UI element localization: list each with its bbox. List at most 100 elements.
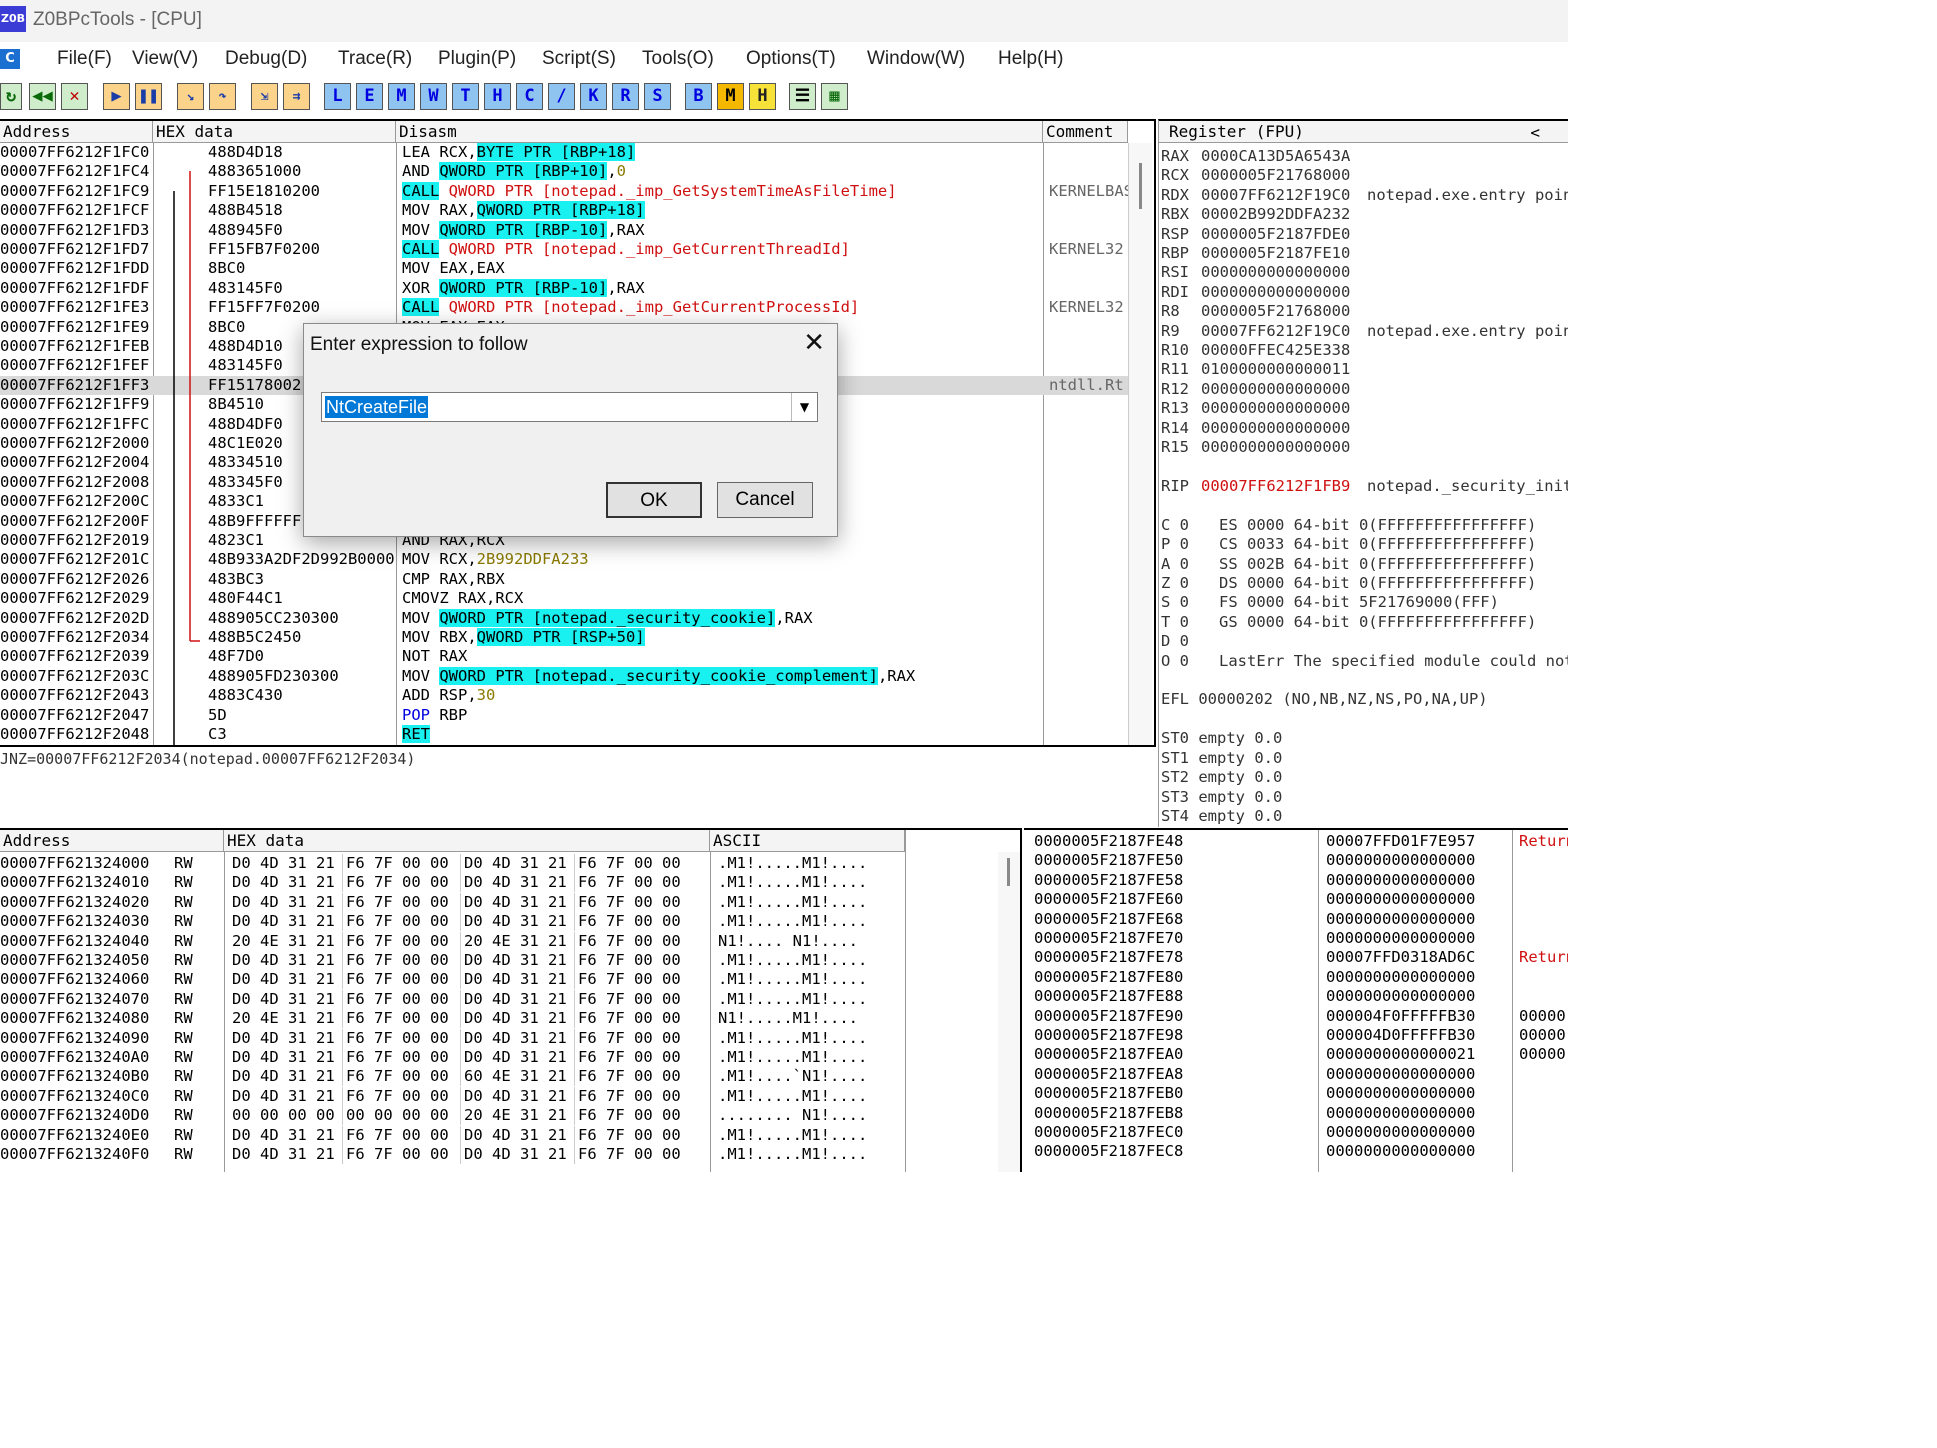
register-row[interactable]: RSP 0000005F2187FDE0 [1161, 225, 1568, 244]
dump-header-ascii[interactable]: ASCII [710, 830, 905, 852]
call-stack-window-button[interactable]: K [580, 83, 607, 110]
dump-row[interactable]: 00007FF621324090 RW D0 4D 31 21 F6 7F 00 00… [0, 1029, 998, 1048]
dump-row[interactable]: 00007FF6213240C0 RW D0 4D 31 21 F6 7F 00 00… [0, 1087, 998, 1106]
expression-input[interactable]: NtCreateFile [325, 396, 429, 418]
pause-icon[interactable]: ❚❚ [135, 83, 162, 110]
disasm-header-hex[interactable]: HEX data [153, 121, 396, 143]
dump-header-hex[interactable]: HEX data [224, 830, 710, 852]
dump-row[interactable]: 00007FF621324070 RW D0 4D 31 21 F6 7F 00 00… [0, 990, 998, 1009]
register-row[interactable]: RCX 0000005F21768000 [1161, 166, 1568, 185]
stack-row[interactable]: 0000005F2187FE80 0000000000000000 [1024, 968, 1568, 987]
trace-over-icon[interactable]: ⇉ [283, 83, 310, 110]
stack-row[interactable]: 0000005F2187FE58 0000000000000000 [1024, 871, 1568, 890]
dump-header-address[interactable]: Address [0, 830, 224, 852]
rewind-icon[interactable]: ◀◀ [29, 83, 56, 110]
flag-row[interactable]: D 0 [1161, 632, 1568, 651]
open-icon[interactable]: ↻ [0, 83, 22, 110]
dump-scrollbar[interactable] [998, 852, 1020, 1172]
dump-row[interactable]: 00007FF621324010 RW D0 4D 31 21 F6 7F 00 00… [0, 873, 998, 892]
chevron-down-icon[interactable]: ▼ [791, 393, 817, 421]
stack-row[interactable]: 0000005F2187FE68 0000000000000000 [1024, 910, 1568, 929]
register-row[interactable]: RDI 0000000000000000 [1161, 283, 1568, 302]
stack-row[interactable]: 0000005F2187FE88 0000000000000000 [1024, 987, 1568, 1006]
register-row[interactable]: R15 0000000000000000 [1161, 438, 1568, 457]
register-row[interactable]: R10 00000FFEC425E338 [1161, 341, 1568, 360]
flag-row[interactable]: A 0 SS 002B 64-bit 0(FFFFFFFFFFFFFFFF) [1161, 555, 1568, 574]
stack-row[interactable]: 0000005F2187FE50 0000000000000000 [1024, 851, 1568, 870]
close-process-icon[interactable]: ✕ [61, 83, 88, 110]
register-row[interactable]: R11 0100000000000011 [1161, 360, 1568, 379]
register-row[interactable]: RAX 0000CA13D5A6543A [1161, 147, 1568, 166]
flag-row[interactable]: P 0 CS 0033 64-bit 0(FFFFFFFFFFFFFFFF) [1161, 535, 1568, 554]
flag-row[interactable]: S 0 FS 0000 64-bit 5F21769000(FFF) [1161, 593, 1568, 612]
source-window-button[interactable]: S [644, 83, 671, 110]
cpu-window-icon[interactable]: C [0, 49, 20, 69]
fpu-row[interactable]: ST4 empty 0.0 [1161, 807, 1568, 826]
dump-row[interactable]: 00007FF621324050 RW D0 4D 31 21 F6 7F 00 00… [0, 951, 998, 970]
breakpoints-window-button[interactable]: B [685, 83, 712, 110]
menu-tools[interactable]: Tools(O) [642, 48, 714, 70]
grid-icon[interactable]: ▦ [821, 83, 848, 110]
dump-row[interactable]: 00007FF621324030 RW D0 4D 31 21 F6 7F 00 00… [0, 912, 998, 931]
dump-scroll-thumb[interactable] [1007, 858, 1010, 886]
menu-plugin[interactable]: Plugin(P) [438, 48, 516, 70]
memory-window-button[interactable]: M [388, 83, 415, 110]
stack-row[interactable]: 0000005F2187FE60 0000000000000000 [1024, 890, 1568, 909]
windows-window-button[interactable]: W [420, 83, 447, 110]
registers-collapse-button[interactable]: < [1530, 123, 1540, 142]
register-row-rip[interactable]: RIP 00007FF6212F1FB9 notepad._security_ini… [1161, 477, 1568, 496]
dump-row[interactable]: 00007FF6213240E0 RW D0 4D 31 21 F6 7F 00 00… [0, 1126, 998, 1145]
stack-row[interactable]: 0000005F2187FE78 00007FFD0318AD6C Return [1024, 948, 1568, 967]
menu-help[interactable]: Help(H) [998, 48, 1063, 70]
fpu-row[interactable]: ST0 empty 0.0 [1161, 729, 1568, 748]
patches-window-button[interactable]: / [548, 83, 575, 110]
flag-row[interactable]: Z 0 DS 0000 64-bit 0(FFFFFFFFFFFFFFFF) [1161, 574, 1568, 593]
memory-bp-window-button[interactable]: M [717, 83, 744, 110]
disasm-header-disasm[interactable]: Disasm [396, 121, 1043, 143]
menu-file[interactable]: File(F) [57, 48, 112, 70]
modules-window-button[interactable]: E [356, 83, 383, 110]
close-icon[interactable]: ✕ [803, 328, 825, 358]
register-row[interactable]: R14 0000000000000000 [1161, 419, 1568, 438]
register-row[interactable]: R13 0000000000000000 [1161, 399, 1568, 418]
stack-row[interactable]: 0000005F2187FE90 000004F0FFFFFB30 00000 [1024, 1007, 1568, 1026]
stack-row[interactable]: 0000005F2187FE48 00007FFD01F7E957 Return [1024, 832, 1568, 851]
ok-button[interactable]: OK [606, 482, 702, 518]
dump-row[interactable]: 00007FF6213240D0 RW 00 00 00 00 00 00 00 00… [0, 1106, 998, 1125]
disasm-header-address[interactable]: Address [0, 121, 153, 143]
menu-view[interactable]: View(V) [132, 48, 198, 70]
log-window-button[interactable]: L [324, 83, 351, 110]
fpu-row[interactable]: ST3 empty 0.0 [1161, 788, 1568, 807]
dump-row[interactable]: 00007FF6213240B0 RW D0 4D 31 21 F6 7F 00 00… [0, 1067, 998, 1086]
fpu-row[interactable]: ST1 empty 0.0 [1161, 749, 1568, 768]
hardware-bp-window-button[interactable]: H [749, 83, 776, 110]
register-row[interactable]: R12 0000000000000000 [1161, 380, 1568, 399]
dump-row[interactable]: 00007FF621324040 RW 20 4E 31 21 F6 7F 00 00… [0, 932, 998, 951]
flag-row[interactable]: T 0 GS 0000 64-bit 0(FFFFFFFFFFFFFFFF) [1161, 613, 1568, 632]
disasm-scrollbar[interactable] [1128, 143, 1152, 745]
fpu-row[interactable]: ST2 empty 0.0 [1161, 768, 1568, 787]
list-icon[interactable]: ☰ [789, 83, 816, 110]
disasm-header-comment[interactable]: Comment [1043, 121, 1128, 143]
stack-row[interactable]: 0000005F2187FEA0 0000000000000021 00000 [1024, 1045, 1568, 1064]
stack-row[interactable]: 0000005F2187FE98 000004D0FFFFFB30 00000 [1024, 1026, 1568, 1045]
register-row[interactable]: R9 00007FF6212F19C0 notepad.exe.entry poin… [1161, 322, 1568, 341]
register-row[interactable]: R8 0000005F21768000 [1161, 302, 1568, 321]
menu-options[interactable]: Options(T) [746, 48, 836, 70]
expression-combobox[interactable]: NtCreateFile ▼ [321, 392, 818, 422]
run-icon[interactable]: ▶ [103, 83, 130, 110]
register-row[interactable]: RDX 00007FF6212F19C0 notepad.exe.entry poi… [1161, 186, 1568, 205]
threads-window-button[interactable]: T [452, 83, 479, 110]
dump-row[interactable]: 00007FF6213240F0 RW D0 4D 31 21 F6 7F 00 00… [0, 1145, 998, 1164]
trace-into-icon[interactable]: ⇲ [251, 83, 278, 110]
stack-row[interactable]: 0000005F2187FEB8 0000000000000000 [1024, 1104, 1568, 1123]
references-window-button[interactable]: R [612, 83, 639, 110]
handles-window-button[interactable]: H [484, 83, 511, 110]
dump-row[interactable]: 00007FF621324080 RW 20 4E 31 21 F6 7F 00 00… [0, 1009, 998, 1028]
dump-row[interactable]: 00007FF621324060 RW D0 4D 31 21 F6 7F 00 00… [0, 970, 998, 989]
menu-trace[interactable]: Trace(R) [338, 48, 412, 70]
dump-row[interactable]: 00007FF6213240A0 RW D0 4D 31 21 F6 7F 00 00… [0, 1048, 998, 1067]
menu-window[interactable]: Window(W) [867, 48, 965, 70]
stack-row[interactable]: 0000005F2187FEC0 0000000000000000 [1024, 1123, 1568, 1142]
step-into-icon[interactable]: ↘ [177, 83, 204, 110]
